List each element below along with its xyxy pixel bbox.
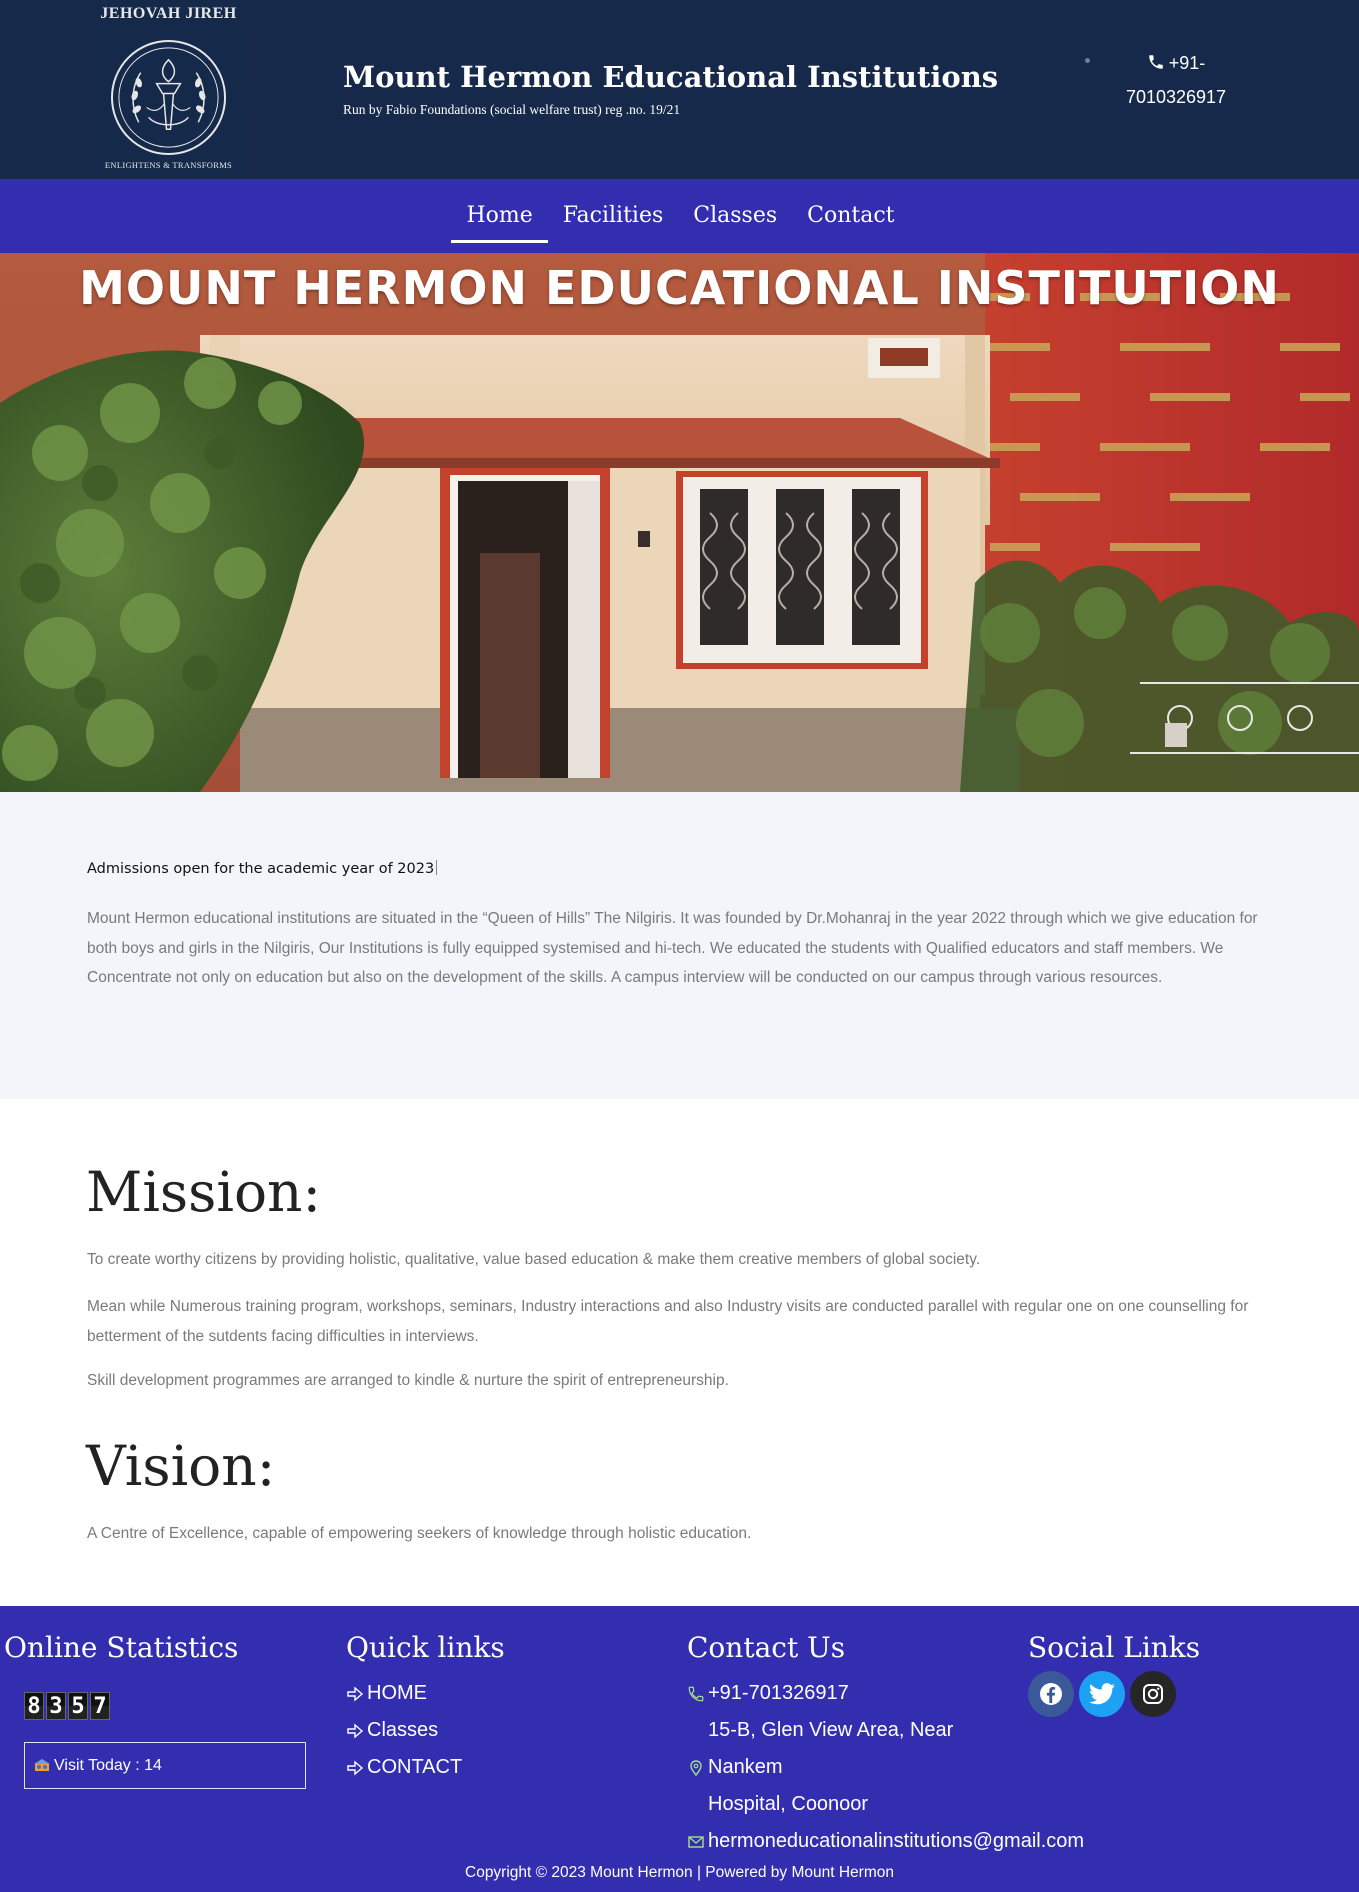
instagram-icon [1143, 1684, 1163, 1704]
quick-links-list: HOME Classes CONTACT [346, 1675, 462, 1786]
header-phone[interactable]: +91- 7010326917 [1110, 46, 1242, 114]
site-footer: Online Statistics 8 3 5 7 Visit Today : … [0, 1606, 1359, 1892]
logo-top-text: JEHOVAH JIREH [100, 5, 237, 22]
quick-link-label: Classes [367, 1719, 439, 1741]
site-logo[interactable]: JEHOVAH JIREH ENLIGHTENS & TRANSFORMS [91, 0, 246, 176]
mission-title: Mission: [86, 1160, 322, 1224]
mission-paragraph-1: To create worthy citizens by providing h… [87, 1251, 981, 1268]
torch-emblem-icon [110, 39, 227, 156]
visit-today-text: Visit Today : 14 [54, 1757, 162, 1774]
mission-paragraph-3: Skill development programmes are arrange… [87, 1372, 729, 1389]
quick-link-contact[interactable]: CONTACT [346, 1749, 462, 1786]
mission-paragraph-2: Mean while Numerous training program, wo… [87, 1298, 1249, 1345]
counter-digit: 8 [24, 1692, 44, 1720]
instagram-button[interactable] [1130, 1671, 1176, 1717]
social-links-title: Social Links [1028, 1631, 1201, 1664]
site-title[interactable]: Mount Hermon Educational Institutions [343, 60, 998, 94]
hero-banner: MOUNT HERMON EDUCATIONAL INSTITUTION [0, 253, 1359, 792]
quick-link-label: CONTACT [367, 1756, 463, 1778]
intro-paragraph: Mount Hermon educational institutions ar… [87, 910, 1258, 986]
counter-digit: 3 [46, 1692, 66, 1720]
quick-links-title: Quick links [346, 1631, 505, 1664]
typing-caret [436, 860, 438, 875]
social-links [1028, 1671, 1176, 1717]
admissions-heading: Admissions open for the academic year of… [87, 860, 438, 877]
map-pin-icon [690, 1759, 702, 1776]
quick-link-classes[interactable]: Classes [346, 1712, 462, 1749]
visit-today-box: Visit Today : 14 [24, 1742, 306, 1789]
counter-digit: 5 [68, 1692, 88, 1720]
copyright-text: Copyright © 2023 Mount Hermon | Powered … [465, 1864, 894, 1881]
contact-list: +91-701326917 15-B, Glen View Area, Near… [687, 1675, 1084, 1860]
contact-address-line2: Hospital, Coonoor [708, 1793, 869, 1815]
intro-section: Admissions open for the academic year of… [0, 792, 1359, 1099]
school-building-photo [0, 253, 1359, 792]
contact-phone[interactable]: +91-701326917 [687, 1675, 1027, 1712]
twitter-icon [1089, 1683, 1115, 1705]
phone-icon [688, 1686, 704, 1701]
nav-classes[interactable]: Classes [678, 179, 792, 253]
quick-link-home[interactable]: HOME [346, 1675, 462, 1712]
site-subtitle: Run by Fabio Foundations (social welfare… [343, 102, 681, 117]
nav-facilities[interactable]: Facilities [548, 179, 679, 253]
admissions-heading-text: Admissions open for the academic year of… [87, 861, 435, 877]
twitter-button[interactable] [1079, 1671, 1125, 1717]
arrow-right-icon [347, 1759, 364, 1776]
header-bullet [1085, 58, 1090, 63]
contact-title: Contact Us [687, 1631, 846, 1664]
people-icon [34, 1759, 50, 1771]
facebook-icon [1040, 1683, 1062, 1705]
counter-digit: 7 [90, 1692, 110, 1720]
envelope-icon [688, 1835, 704, 1848]
contact-email[interactable]: hermoneducationalinstitutions@gmail.com [687, 1823, 1084, 1860]
stats-title: Online Statistics [4, 1631, 239, 1664]
arrow-right-icon [347, 1685, 364, 1702]
main-nav: Home Facilities Classes Contact [0, 179, 1359, 253]
hero-title: MOUNT HERMON EDUCATIONAL INSTITUTION [79, 261, 1280, 315]
nav-contact[interactable]: Contact [792, 179, 909, 253]
visitor-counter: 8 3 5 7 [24, 1692, 110, 1720]
vision-paragraph: A Centre of Excellence, capable of empow… [87, 1525, 752, 1542]
contact-address-line1: 15-B, Glen View Area, Near Nankem [708, 1719, 954, 1778]
contact-address: 15-B, Glen View Area, Near Nankem Hospita… [687, 1712, 1027, 1823]
logo-bottom-text: ENLIGHTENS & TRANSFORMS [104, 160, 233, 170]
vision-title: Vision: [86, 1434, 276, 1498]
quick-link-label: HOME [367, 1682, 427, 1704]
facebook-button[interactable] [1028, 1671, 1074, 1717]
site-header: JEHOVAH JIREH ENLIGHTENS & TRANSFORMS Mo… [0, 0, 1359, 179]
contact-phone-text: +91-701326917 [708, 1682, 849, 1704]
arrow-right-icon [347, 1722, 364, 1739]
nav-home[interactable]: Home [451, 179, 549, 253]
header-phone-line2: 7010326917 [1125, 87, 1227, 107]
header-phone-line1: +91- [1168, 53, 1206, 73]
contact-email-text: hermoneducationalinstitutions@gmail.com [708, 1830, 1085, 1852]
phone-icon [1148, 55, 1163, 69]
